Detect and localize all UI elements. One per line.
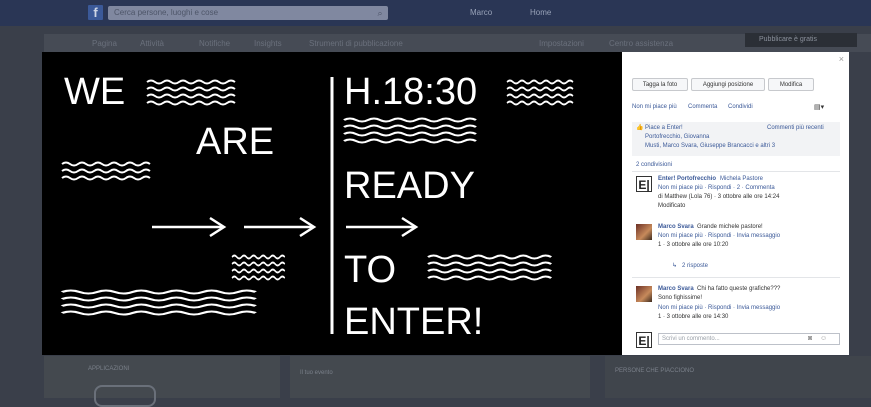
share-link[interactable]: Condividi: [728, 104, 753, 110]
reply-arrow-icon: ↳: [672, 263, 678, 269]
tag-photo-button[interactable]: Tagga la foto: [632, 78, 688, 91]
comment-link[interactable]: Commenta: [688, 104, 717, 110]
comment-text: Grande michele pastore!: [697, 224, 763, 230]
nav-item-page[interactable]: Pagina: [92, 39, 117, 48]
home-link[interactable]: Home: [530, 8, 551, 17]
divider: [632, 171, 840, 172]
nav-item-publishing-tools[interactable]: Strumenti di pubblicazione: [309, 39, 403, 48]
camera-icon[interactable]: ◙: [808, 335, 812, 342]
poster-word-enter: ENTER!: [344, 301, 483, 343]
nav-item-settings[interactable]: Impostazioni: [539, 39, 584, 48]
nav-item-insights[interactable]: Insights: [254, 39, 282, 48]
close-icon[interactable]: ×: [839, 54, 844, 64]
comment-text: Michela Pastore: [720, 176, 764, 182]
avatar: E|: [636, 332, 652, 348]
comment-meta-date: 1 · 3 ottobre alle ore 10:20: [658, 242, 729, 248]
poster-word-we: WE: [64, 71, 125, 113]
likes-line-3[interactable]: Musti, Marco Svara, Giuseppe Brancacci e…: [645, 142, 775, 150]
apps-heading: APPLICAZIONI: [88, 366, 130, 372]
photo-viewer[interactable]: WE ARE H.18:30 READY TO ENTER!: [42, 52, 622, 355]
apps-section: APPLICAZIONI: [44, 356, 280, 407]
avatar[interactable]: [636, 286, 652, 302]
comment-input[interactable]: Scrivi un commento...: [658, 333, 840, 345]
likes-heading: PERSONE CHE PIACCIONO: [615, 368, 695, 374]
comment-author[interactable]: Marco Svara: [658, 223, 694, 231]
avatar[interactable]: [636, 224, 652, 240]
add-location-button[interactable]: Aggiungi posizione: [691, 78, 765, 91]
unlike-link[interactable]: Non mi piace più: [632, 104, 677, 110]
divider: [632, 277, 840, 278]
poster-word-to: TO: [344, 249, 396, 291]
photo-comments-panel: × Tagga la foto Aggiungi posizione Modif…: [622, 52, 849, 355]
facebook-logo-icon[interactable]: f: [88, 5, 103, 20]
comment-meta[interactable]: Non mi piace più · Rispondi · 2 · Commen…: [658, 184, 775, 192]
poster-time: H.18:30: [344, 71, 477, 113]
phone-icon: [94, 385, 156, 407]
comment-meta[interactable]: Non mi piace più · Rispondi · Invia mess…: [658, 304, 780, 312]
comment-text: Chi ha fatto queste grafiche???: [697, 286, 781, 292]
replies-link[interactable]: 2 risposte: [682, 262, 708, 270]
nav-item-activity[interactable]: Attività: [140, 39, 164, 48]
nav-item-notifications[interactable]: Notifiche: [199, 39, 230, 48]
comment-author[interactable]: Enter! Portofrecchio: [658, 175, 716, 183]
recent-comments-toggle[interactable]: Commenti più recenti: [767, 124, 824, 132]
page-menu-icon[interactable]: ▤▾: [814, 103, 824, 111]
comment-edited: Modificato: [658, 203, 686, 209]
profile-link[interactable]: Marco: [470, 8, 492, 17]
like-thumb-icon: 👍: [636, 125, 644, 131]
likes-line-1[interactable]: Piace a Enter!: [645, 124, 683, 132]
avatar[interactable]: E|: [636, 176, 652, 192]
shares-link[interactable]: 2 condivisioni: [636, 161, 672, 169]
likes-line-2[interactable]: Portofrecchio, Giovanna: [645, 133, 709, 141]
comment-author[interactable]: Marco Svara: [658, 285, 694, 293]
poster-word-are: ARE: [196, 121, 274, 163]
comment-text-2: Sono fighissime!: [658, 295, 703, 301]
top-bar: f Cerca persone, luoghi e cose ⌕ Marco H…: [0, 0, 871, 26]
likes-section: PERSONE CHE PIACCIONO: [605, 356, 871, 398]
nav-item-help[interactable]: Centro assistenza: [609, 39, 673, 48]
page-badge[interactable]: Pubblicare è gratis: [745, 33, 857, 47]
edit-button[interactable]: Modifica: [768, 78, 814, 91]
event-section: Il tuo evento: [290, 356, 590, 398]
comment-meta-date: di Matthew (Lola 76) · 3 ottobre alle or…: [658, 194, 780, 200]
poster-word-ready: READY: [344, 165, 475, 207]
event-heading: Il tuo evento: [300, 370, 333, 376]
search-input[interactable]: Cerca persone, luoghi e cose: [108, 6, 388, 20]
event-poster-image: WE ARE H.18:30 READY TO ENTER!: [42, 71, 574, 343]
comment-meta-date: 1 · 3 ottobre alle ore 14:30: [658, 314, 729, 320]
emoji-icon[interactable]: ☺: [820, 335, 827, 342]
search-icon[interactable]: ⌕: [373, 6, 387, 20]
comment-meta[interactable]: Non mi piace più · Rispondi · Invia mess…: [658, 232, 780, 240]
